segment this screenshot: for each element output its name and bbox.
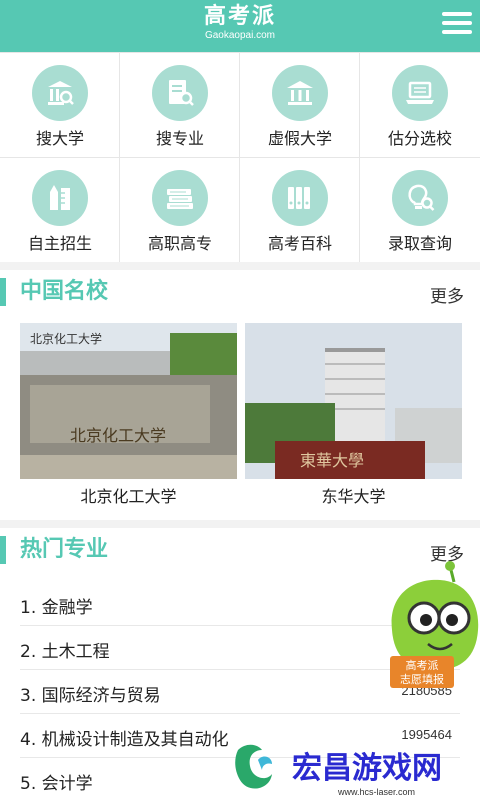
section-divider bbox=[0, 520, 480, 528]
app-header: 高考派 Gaokaopai.com bbox=[0, 0, 480, 52]
school-photo: 北京化工大学 北京化工大学 bbox=[20, 323, 237, 479]
watermark-text: 宏昌游戏网 bbox=[292, 751, 442, 786]
logo-subtitle: Gaokaopai.com bbox=[204, 30, 276, 41]
section-accent-bar bbox=[0, 536, 6, 564]
school-card[interactable]: 北京化工大学 北京化工大学 北京化工大学 bbox=[20, 323, 237, 506]
grid-item-search-university[interactable]: 搜大学 bbox=[0, 53, 120, 158]
grid-item-label: 搜大学 bbox=[35, 129, 84, 148]
grid-item-label: 高职高专 bbox=[147, 234, 212, 253]
watermark: 宏昌游戏网 www.hcs-laser.com bbox=[232, 740, 480, 800]
grid-item-fake-university[interactable]: 虚假大学 bbox=[240, 53, 360, 158]
grid-item-label: 估分选校 bbox=[387, 129, 452, 148]
document-search-icon bbox=[152, 65, 208, 121]
grid-item-gaokao-encyclopedia[interactable]: 高考百科 bbox=[240, 158, 360, 263]
section-title: 热门专业 bbox=[20, 537, 109, 562]
grid-item-label: 自主招生 bbox=[27, 234, 92, 253]
mascot-float-button[interactable]: 高考派 志愿填报 bbox=[388, 560, 480, 690]
university-search-icon bbox=[32, 65, 88, 121]
section-accent-bar bbox=[0, 278, 6, 306]
school-photo: 東華大學 bbox=[245, 323, 462, 479]
logo[interactable]: 高考派 Gaokaopai.com bbox=[0, 4, 480, 42]
feature-grid: 搜大学 搜专业 虚假大学 估分选校 自主招生 高职高专 高考百科 录取查询 bbox=[0, 52, 480, 263]
major-name: 1. 金融学 bbox=[20, 598, 93, 618]
logo-title: 高考派 bbox=[203, 4, 276, 29]
photo-sign-text: 北京化工大学 bbox=[70, 426, 166, 445]
laptop-icon bbox=[392, 65, 448, 121]
photo-sign-text: 北京化工大学 bbox=[30, 331, 102, 346]
grid-item-score-estimate[interactable]: 估分选校 bbox=[360, 53, 480, 158]
more-link[interactable]: 更多 bbox=[430, 282, 464, 307]
grid-item-label: 搜专业 bbox=[155, 129, 204, 148]
hamburger-menu-icon[interactable] bbox=[442, 12, 472, 38]
grid-item-vocational-college[interactable]: 高职高专 bbox=[120, 158, 240, 263]
school-card[interactable]: 東華大學 东华大学 bbox=[245, 323, 462, 506]
binders-icon bbox=[272, 170, 328, 226]
grid-item-admission-query[interactable]: 录取查询 bbox=[360, 158, 480, 263]
books-stack-icon bbox=[152, 170, 208, 226]
grid-item-label: 虚假大学 bbox=[267, 129, 332, 148]
watermark-url: www.hcs-laser.com bbox=[337, 787, 415, 797]
school-name: 北京化工大学 bbox=[80, 487, 177, 506]
major-name: 3. 国际经济与贸易 bbox=[20, 686, 161, 706]
grid-item-label: 高考百科 bbox=[267, 234, 332, 253]
grid-item-search-major[interactable]: 搜专业 bbox=[120, 53, 240, 158]
famous-schools-header: 中国名校 更多 bbox=[0, 272, 480, 312]
bulb-search-icon bbox=[392, 170, 448, 226]
fake-university-icon bbox=[272, 65, 328, 121]
major-name: 4. 机械设计制造及其自动化 bbox=[20, 730, 229, 750]
major-name: 5. 会计学 bbox=[20, 774, 93, 794]
section-title: 中国名校 bbox=[20, 279, 109, 304]
grid-item-label: 录取查询 bbox=[387, 234, 452, 253]
grid-item-independent-enrollment[interactable]: 自主招生 bbox=[0, 158, 120, 263]
pencil-ruler-icon bbox=[32, 170, 88, 226]
section-divider bbox=[0, 262, 480, 270]
badge-line2: 志愿填报 bbox=[400, 672, 444, 686]
major-name: 2. 土木工程 bbox=[20, 642, 110, 662]
badge-line1: 高考派 bbox=[406, 658, 439, 672]
school-name: 东华大学 bbox=[321, 487, 386, 506]
photo-sign-text: 東華大學 bbox=[300, 451, 364, 470]
